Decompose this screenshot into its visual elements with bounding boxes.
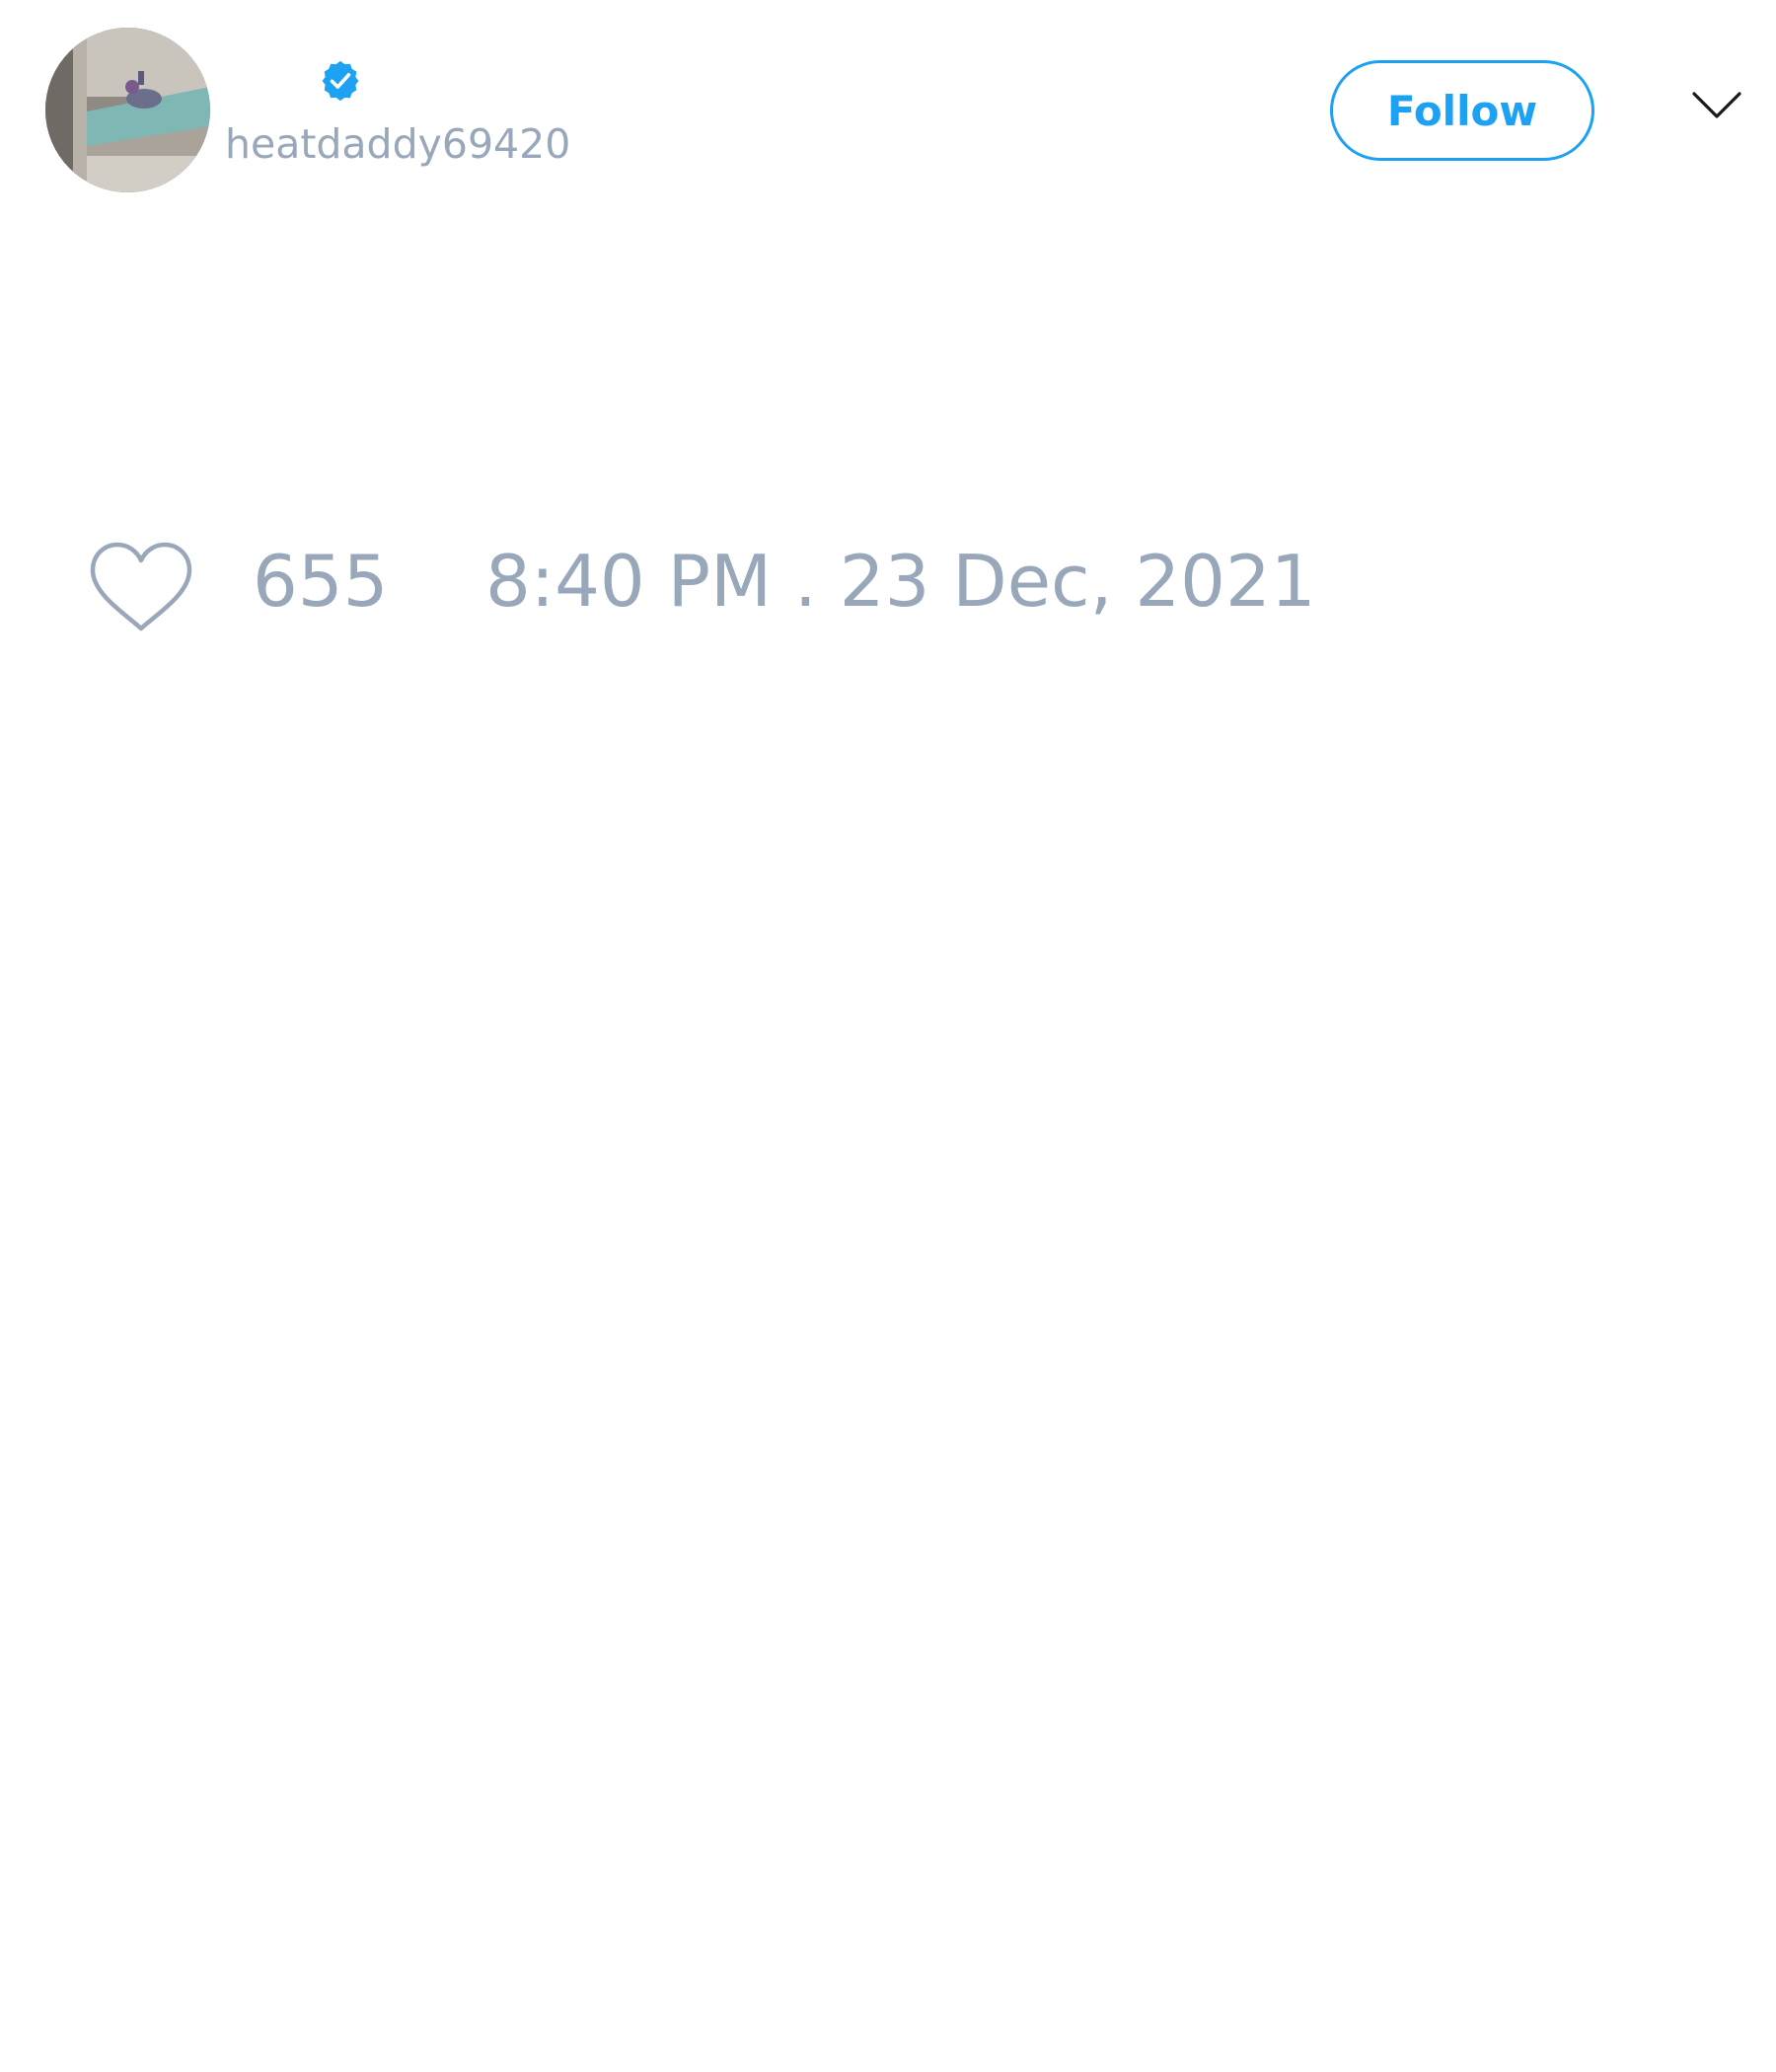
- heart-icon[interactable]: [89, 541, 193, 633]
- verified-badge-icon: [322, 60, 359, 102]
- avatar[interactable]: [45, 28, 210, 192]
- avatar-image: [45, 28, 210, 192]
- tweet-card: heatdaddy69420 Follow 655 8:40 PM . 23 D…: [0, 0, 1776, 2072]
- author-handle[interactable]: heatdaddy69420: [225, 124, 570, 165]
- tweet-timestamp[interactable]: 8:40 PM . 23 Dec, 2021: [485, 546, 1316, 617]
- follow-button[interactable]: Follow: [1330, 60, 1594, 161]
- chevron-down-icon[interactable]: [1691, 91, 1742, 120]
- like-count: 655: [253, 540, 389, 623]
